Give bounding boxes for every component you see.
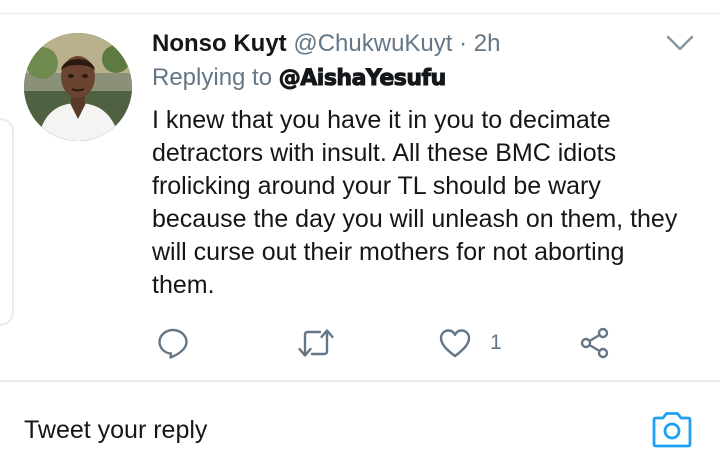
tweet-text-line: will curse out their mothers for not abo… (152, 238, 625, 266)
retweet-icon (298, 329, 334, 357)
replying-prefix: Replying to (152, 64, 273, 91)
retweet-button[interactable] (296, 321, 336, 365)
reply-button[interactable] (156, 321, 190, 365)
reply-icon (158, 328, 188, 359)
replying-to: Replying to @AishaYesufu (152, 62, 447, 95)
avatar[interactable] (24, 33, 132, 141)
reply-composer (0, 382, 720, 466)
camera-icon[interactable] (650, 410, 694, 450)
reply-input[interactable] (24, 412, 584, 448)
time-separator: · (459, 30, 468, 57)
tweet-text-line: detractors with insult. All these BMC id… (152, 139, 617, 167)
author-name[interactable]: Nonso Kuyt (152, 30, 287, 57)
top-divider (0, 0, 720, 14)
tweet-text: I knew that you have it in you to decima… (152, 104, 692, 302)
tweet-header: Nonso Kuyt @ChukwuKuyt · 2h (152, 29, 500, 59)
tweet[interactable]: Nonso Kuyt @ChukwuKuyt · 2h Replying to … (0, 15, 720, 380)
like-button[interactable]: 1 (438, 321, 502, 365)
heart-icon (439, 329, 471, 358)
like-count: 1 (490, 331, 502, 354)
replying-handle[interactable]: @AishaYesufu (278, 66, 447, 92)
tweet-actions: 1 (0, 321, 720, 365)
chevron-down-icon[interactable] (664, 31, 696, 55)
tweet-text-line: I knew that you have it in you to decima… (152, 106, 611, 134)
tweet-text-line: frolicking around your TL should be wary (152, 172, 601, 200)
avatar-image (24, 33, 132, 141)
share-button[interactable] (578, 321, 612, 365)
share-icon (580, 327, 609, 359)
tweet-time[interactable]: 2h (474, 30, 501, 57)
tweet-text-line: them. (152, 271, 215, 299)
author-handle[interactable]: @ChukwuKuyt (293, 30, 452, 57)
tweet-text-line: because the day you will unleash on them… (152, 205, 678, 233)
